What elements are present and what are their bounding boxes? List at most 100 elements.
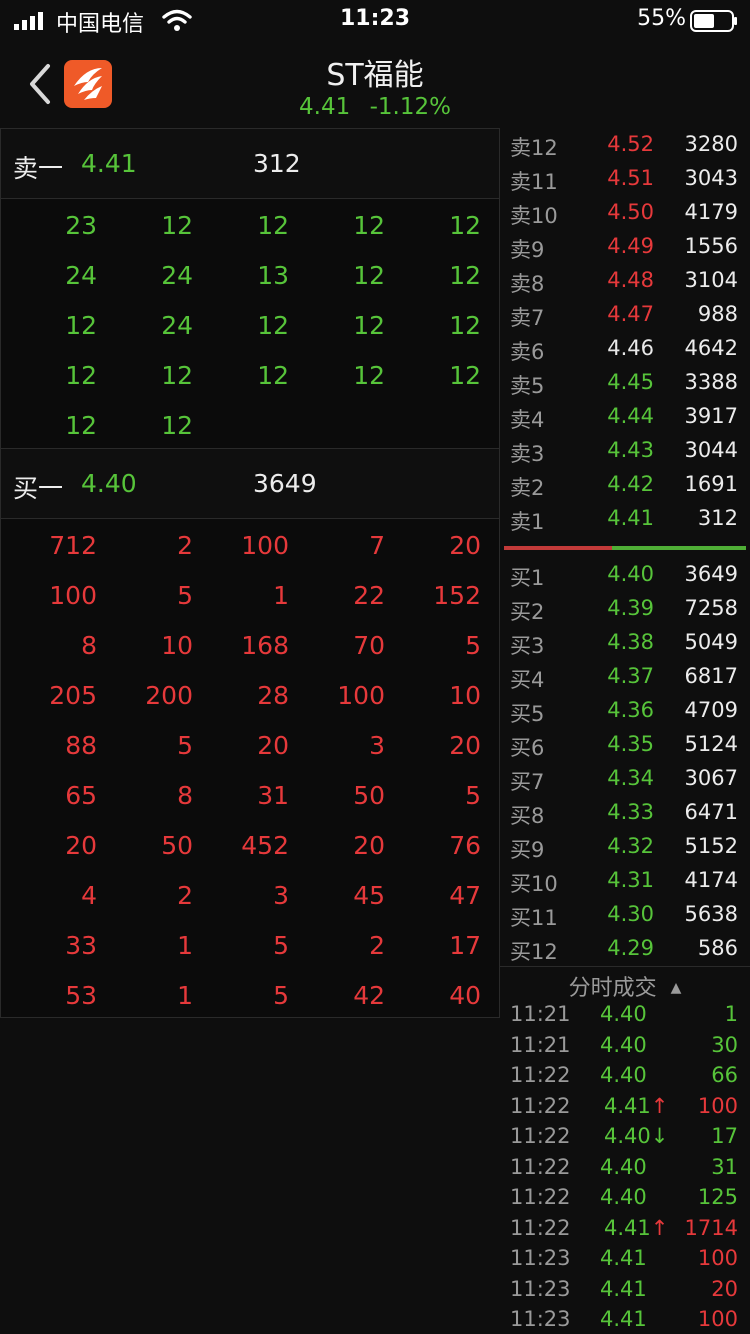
buy-order-cell: 10 — [161, 631, 193, 660]
buy-order-cell: 200 — [145, 681, 193, 710]
bid-level-label: 买8 — [510, 804, 545, 828]
tick-row: 11:21 4.40 30 — [500, 1031, 750, 1061]
ask-price: 4.41 — [607, 506, 654, 530]
buy-order-cell: 100 — [337, 681, 385, 710]
sell-order-cell: 12 — [65, 411, 97, 440]
tick-row: 11:21 4.40 1 — [500, 1000, 750, 1030]
tick-price-value: 4.41 — [604, 1093, 651, 1118]
sell-order-cell: 12 — [257, 361, 289, 390]
ask-price: 4.43 — [607, 438, 654, 462]
sell-order-cell: 12 — [449, 361, 481, 390]
tick-volume: 100 — [697, 1093, 738, 1118]
tick-volume: 125 — [697, 1185, 738, 1209]
buy-order-cell: 20 — [353, 831, 385, 860]
tick-time: 11:21 — [510, 1002, 571, 1026]
bid-level-label: 买5 — [510, 702, 545, 726]
bid-ask-ratio-bar — [504, 546, 746, 550]
ask-volume: 3044 — [684, 438, 738, 462]
tick-price: 4.41↑ — [604, 1094, 668, 1118]
tick-row: 11:22 4.40 125 — [500, 1183, 750, 1213]
buy-order-cell: 88 — [65, 731, 97, 760]
bid-volume: 4709 — [684, 698, 738, 722]
tick-price: 4.41 — [600, 1307, 647, 1331]
tick-row: 11:23 4.41 20 — [500, 1275, 750, 1305]
buy-order-cell: 3 — [273, 881, 289, 910]
sell-level-price: 4.41 — [81, 149, 137, 178]
buy-order-cell: 2 — [177, 881, 193, 910]
tick-row: 11:23 4.41 100 — [500, 1305, 750, 1334]
ask-volume: 312 — [697, 506, 738, 530]
ask-price: 4.47 — [607, 302, 654, 326]
sell-order-cell: 23 — [65, 211, 97, 240]
buy-order-cell: 70 — [353, 631, 385, 660]
buy-order-cell: 152 — [433, 581, 481, 610]
sell-order-cell: 24 — [65, 261, 97, 290]
tick-volume: 1714 — [684, 1215, 738, 1240]
sell-order-cell: 24 — [161, 311, 193, 340]
ticks-title-label: 分时成交 — [568, 976, 657, 1001]
tick-price: 4.40 — [600, 1154, 647, 1179]
bid-price: 4.36 — [607, 698, 654, 722]
bid-volume: 5638 — [684, 902, 738, 926]
ask-row: 卖2 4.42 1691 — [500, 468, 750, 502]
stock-name: ST福能 — [326, 58, 424, 93]
ask-level-label: 卖4 — [510, 408, 545, 432]
sell-order-cell: 12 — [161, 411, 193, 440]
bid-price: 4.35 — [607, 732, 654, 756]
buy-order-cell: 50 — [161, 831, 193, 860]
ask-volume: 3280 — [684, 132, 738, 156]
sell-level-one-header: 卖一 4.41 312 — [1, 129, 499, 199]
buy-order-cell: 53 — [65, 981, 97, 1010]
ask-price: 4.45 — [607, 370, 654, 394]
bid-volume: 5049 — [684, 630, 738, 654]
buy-order-cell: 2 — [369, 931, 385, 960]
sell-order-cell: 12 — [257, 311, 289, 340]
bid-price: 4.37 — [607, 664, 654, 688]
tick-volume: 20 — [711, 1276, 738, 1301]
tick-volume: 30 — [711, 1032, 738, 1057]
tick-volume: 100 — [697, 1307, 738, 1331]
bid-price: 4.34 — [607, 766, 654, 790]
tick-time: 11:22 — [510, 1215, 571, 1240]
current-price: 4.41 — [299, 94, 351, 120]
bid-level-label: 买11 — [510, 906, 558, 930]
ask-level-label: 卖6 — [510, 340, 545, 364]
ask-volume: 988 — [697, 302, 738, 326]
tick-price-value: 4.40 — [604, 1124, 651, 1148]
bid-price: 4.31 — [607, 868, 654, 892]
tick-time: 11:22 — [510, 1093, 571, 1118]
sell-order-queue: 23 12 12 12 12 24 24 13 12 12 12 24 12 12 12 12 12 12 12 12… — [1, 201, 499, 449]
bid-row: 买6 4.35 5124 — [500, 728, 750, 762]
battery-percentage: 55% — [637, 6, 686, 31]
buy-order-cell: 50 — [353, 781, 385, 810]
tick-row: 11:22 4.41↑ 1714 — [500, 1214, 750, 1244]
ask-row: 卖12 4.52 3280 — [500, 128, 750, 162]
buy-order-cell: 1 — [273, 581, 289, 610]
buy-order-cell: 168 — [241, 631, 289, 660]
tick-row: 11:22 4.41↑ 100 — [500, 1092, 750, 1122]
tick-price: 4.40↓ — [604, 1124, 668, 1148]
buy-level-label: 买一 — [13, 474, 64, 503]
bid-row: 买9 4.32 5152 — [500, 830, 750, 864]
sell-order-cell: 12 — [353, 311, 385, 340]
bid-row: 买10 4.31 4174 — [500, 864, 750, 898]
tick-time: 11:23 — [510, 1307, 571, 1331]
ask-price: 4.44 — [607, 404, 654, 428]
buy-order-cell: 8 — [177, 781, 193, 810]
bid-row: 买2 4.39 7258 — [500, 592, 750, 626]
buy-order-cell: 28 — [257, 681, 289, 710]
bid-level-label: 买7 — [510, 770, 545, 794]
sell-order-cell: 12 — [449, 211, 481, 240]
ask-price: 4.46 — [607, 336, 654, 360]
ask-price: 4.48 — [607, 268, 654, 292]
bid-price: 4.32 — [607, 834, 654, 858]
sell-order-cell: 12 — [65, 311, 97, 340]
buy-order-cell: 20 — [449, 731, 481, 760]
ask-row: 卖8 4.48 3104 — [500, 264, 750, 298]
ask-ratio-segment — [504, 546, 612, 550]
ask-row: 卖11 4.51 3043 — [500, 162, 750, 196]
buy-order-cell: 452 — [241, 831, 289, 860]
tick-price: 4.40 — [600, 1032, 647, 1057]
ask-volume: 3388 — [684, 370, 738, 394]
ticks-title[interactable]: 分时成交 ▲ — [500, 970, 750, 1002]
